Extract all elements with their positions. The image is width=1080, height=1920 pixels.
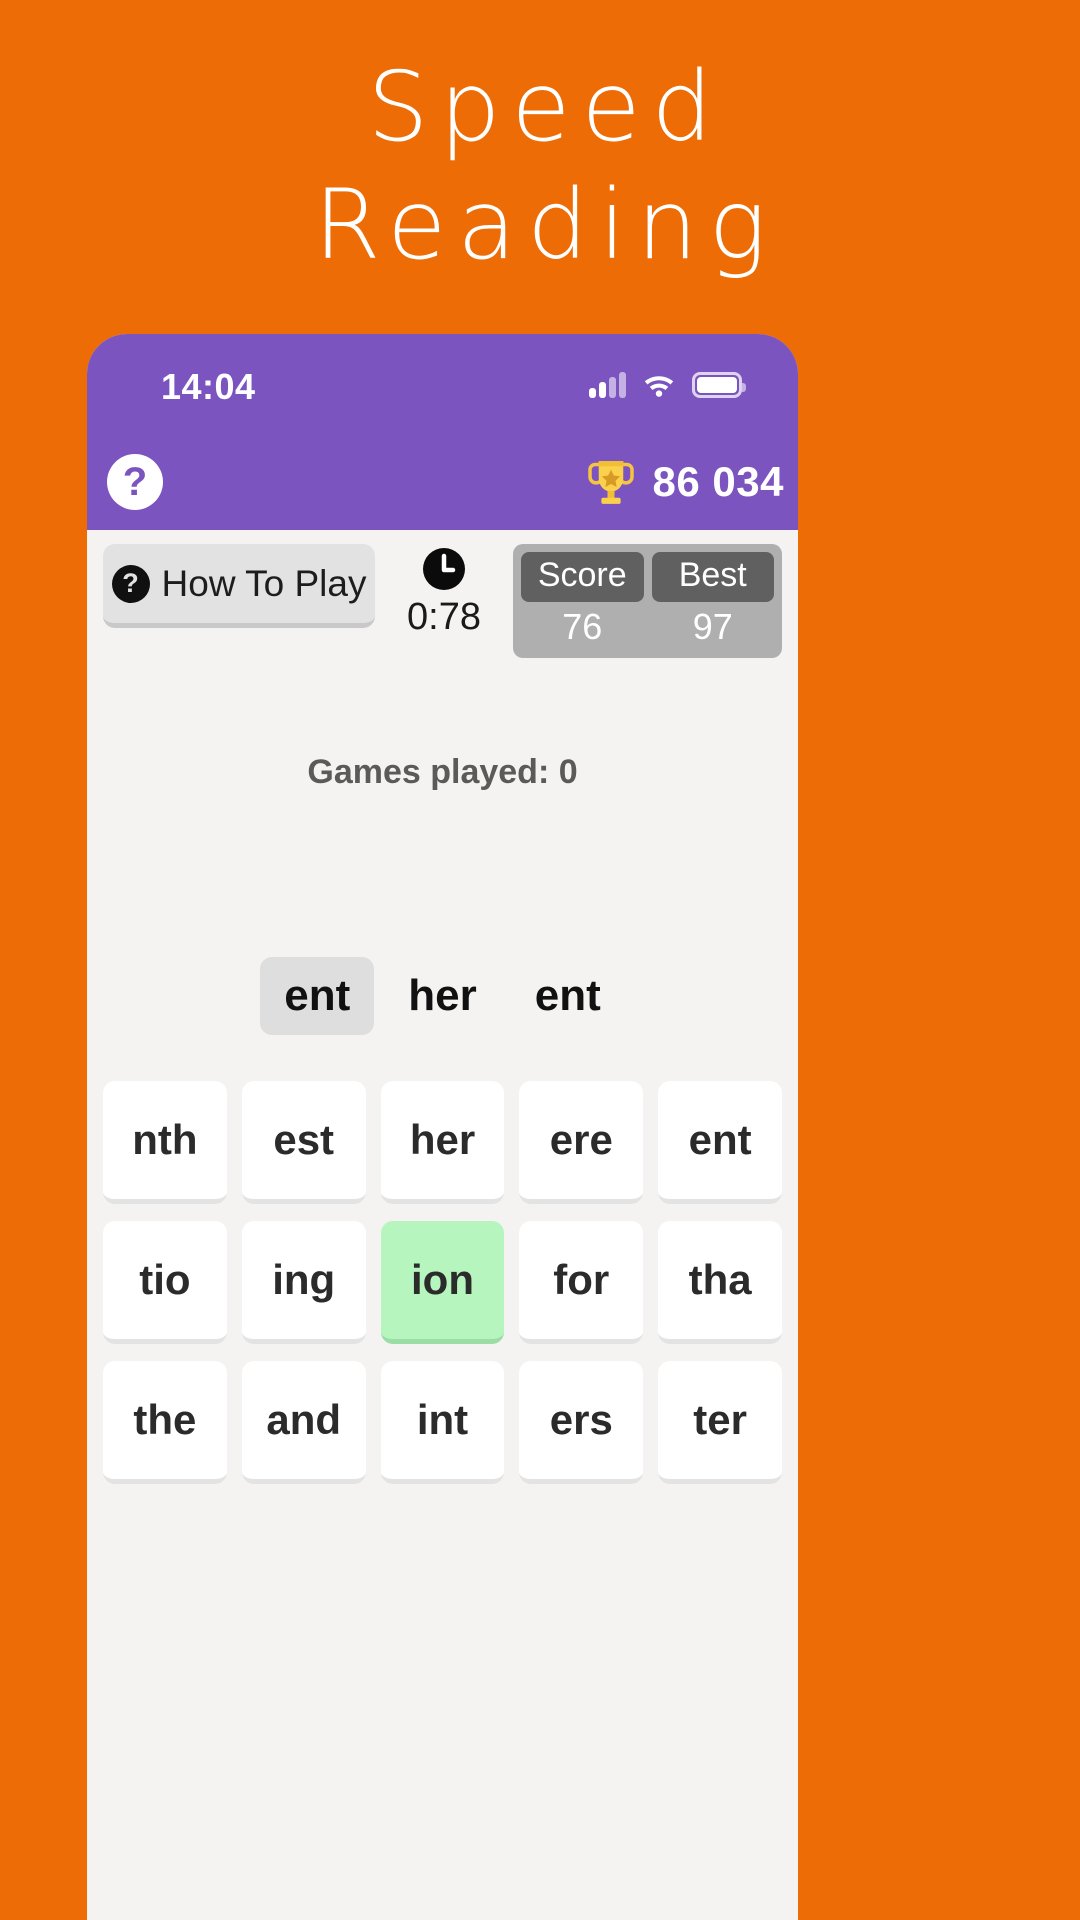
syllable-tile[interactable]: nth xyxy=(103,1081,227,1204)
question-mark-icon: ? xyxy=(111,564,150,603)
status-bar-icons xyxy=(589,368,746,402)
syllable-grid: nth est her ere ent tio ing ion for tha the and int e… xyxy=(87,1081,798,1484)
timer: 0:78 xyxy=(389,544,499,639)
best-caption: Best xyxy=(651,552,774,602)
syllable-tile[interactable]: est xyxy=(241,1081,366,1204)
score-cell: Score 76 xyxy=(521,552,644,648)
wifi-icon xyxy=(642,372,676,398)
app-header: ? 86 034 xyxy=(87,434,798,530)
status-bar-time: 14:04 xyxy=(161,366,256,407)
signal-icon xyxy=(589,372,626,398)
syllable-tile[interactable]: ter xyxy=(658,1361,782,1484)
score-value: 76 xyxy=(562,606,603,647)
target-chip[interactable]: ent xyxy=(511,957,625,1035)
status-bar: 14:04 xyxy=(87,334,798,434)
help-button[interactable]: ? xyxy=(107,454,163,510)
score-caption: Score xyxy=(521,552,644,602)
best-value: 97 xyxy=(692,606,733,647)
target-chip[interactable]: her xyxy=(384,957,500,1035)
total-score-group: 86 034 xyxy=(583,454,784,510)
score-panel: Score 76 Best 97 xyxy=(513,544,782,658)
syllable-tile[interactable]: the xyxy=(103,1361,227,1484)
target-word-row: ent her ent xyxy=(87,957,798,1035)
syllable-tile[interactable]: for xyxy=(519,1221,644,1344)
promo-title-line-2: Reading xyxy=(313,169,778,281)
syllable-tile[interactable]: ere xyxy=(519,1081,644,1204)
promo-title: Speed Reading xyxy=(0,48,1080,284)
syllable-tile[interactable]: ers xyxy=(519,1361,644,1484)
how-to-play-button[interactable]: ? How To Play xyxy=(103,544,375,628)
trophy-icon xyxy=(583,454,639,510)
syllable-tile[interactable]: tio xyxy=(103,1221,227,1344)
syllable-tile[interactable]: int xyxy=(380,1361,505,1484)
promo-title-line-1: Speed xyxy=(367,51,724,163)
game-toolbar: ? How To Play 0:78 Score 76 Best 97 xyxy=(87,530,798,658)
how-to-play-label: How To Play xyxy=(161,562,367,604)
total-score-value: 86 034 xyxy=(652,458,784,505)
syllable-tile[interactable]: ion xyxy=(380,1221,505,1344)
timer-value: 0:78 xyxy=(407,596,481,638)
target-chip[interactable]: ent xyxy=(260,957,375,1035)
phone-mockup: 14:04 ? 86 034 ? How To Play 0:78 Score … xyxy=(87,334,798,1920)
clock-icon xyxy=(421,546,467,592)
syllable-tile[interactable]: tha xyxy=(658,1221,782,1344)
battery-icon xyxy=(692,372,746,398)
syllable-tile[interactable]: ing xyxy=(241,1221,366,1344)
syllable-tile[interactable]: and xyxy=(241,1361,366,1484)
games-played-label: Games played: 0 xyxy=(307,753,578,791)
syllable-tile[interactable]: ent xyxy=(658,1081,782,1204)
best-cell: Best 97 xyxy=(651,552,774,648)
syllable-tile[interactable]: her xyxy=(380,1081,505,1204)
